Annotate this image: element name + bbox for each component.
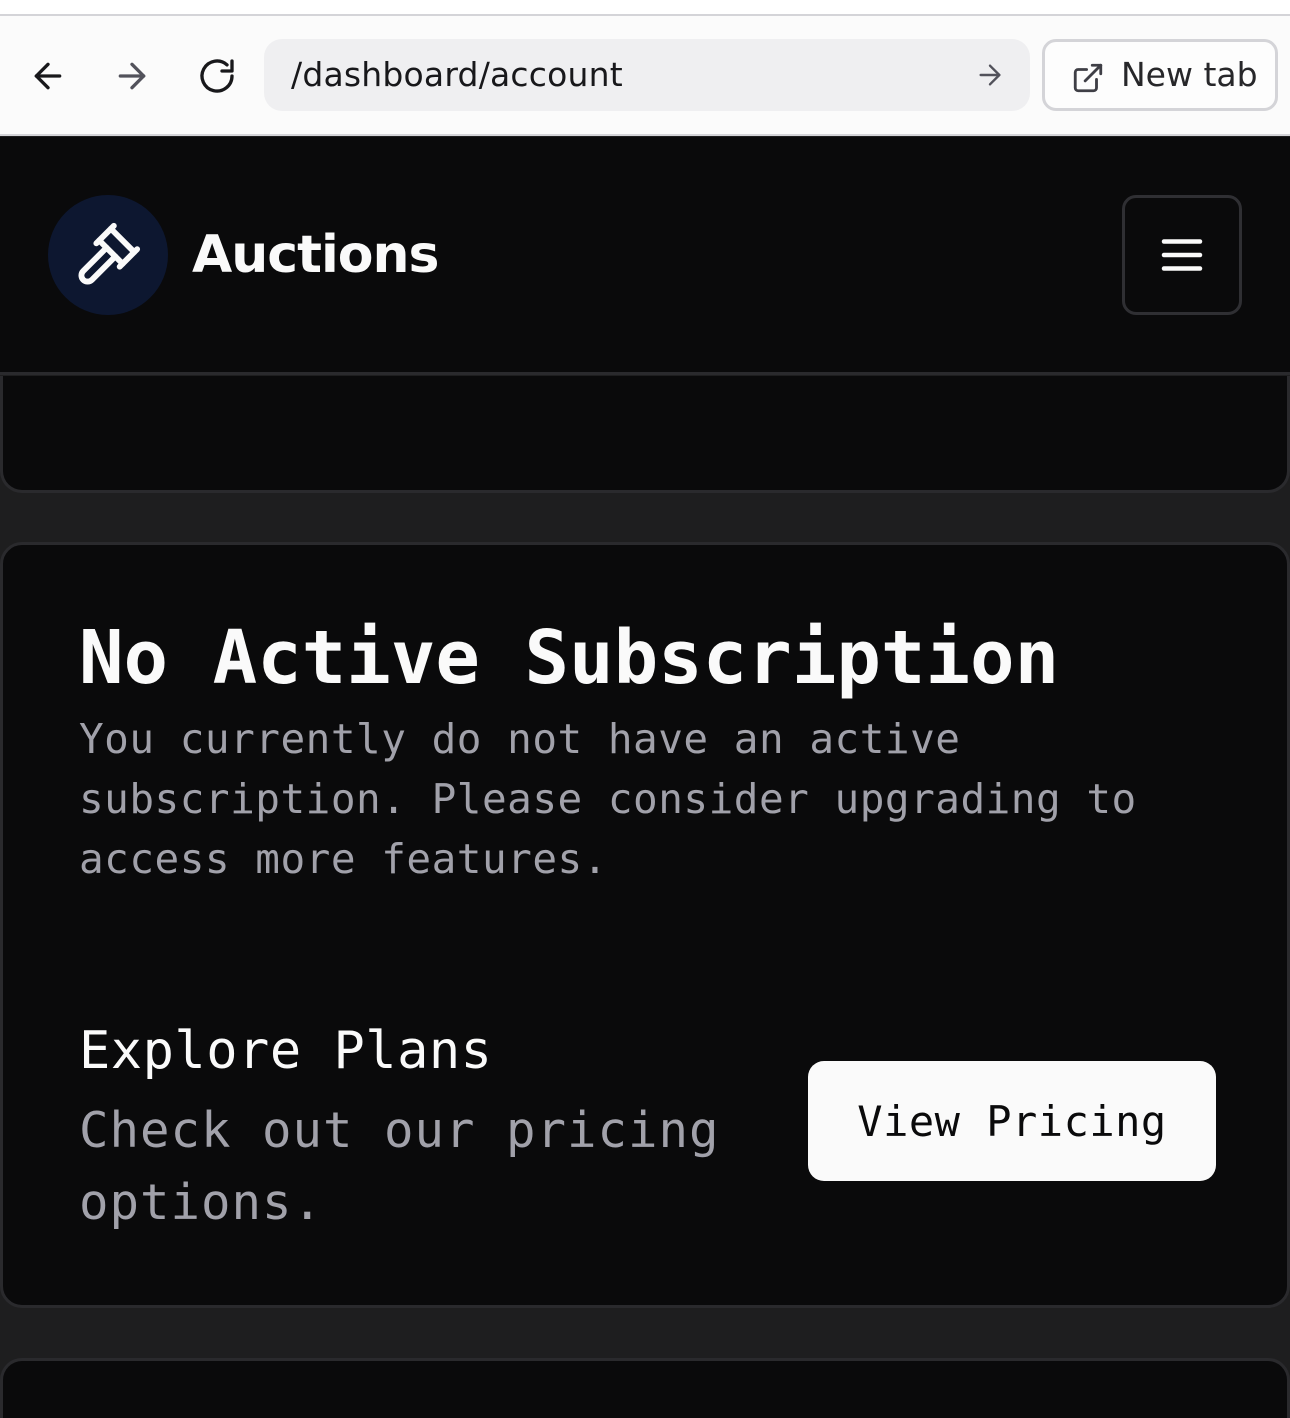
hamburger-menu-icon: [1161, 239, 1203, 271]
address-url[interactable]: /dashboard/account: [291, 39, 623, 111]
gavel-icon: [78, 222, 141, 285]
next-card: [0, 1358, 1290, 1418]
subscription-title: No Active Subscription: [79, 615, 1060, 701]
new-tab-button[interactable]: New tab: [1042, 39, 1278, 111]
arrow-left-icon: [34, 62, 62, 90]
view-pricing-button[interactable]: View Pricing: [808, 1061, 1216, 1181]
brand-name[interactable]: Auctions: [192, 221, 439, 289]
address-bar[interactable]: /dashboard/account: [264, 39, 1030, 111]
logo[interactable]: [48, 195, 168, 315]
new-tab-label: New tab: [1121, 55, 1258, 94]
back-button[interactable]: [18, 46, 78, 106]
subscription-description: You currently do not have an active subs…: [79, 715, 1137, 883]
arrow-right-icon: [979, 64, 1001, 86]
browser-toolbar: /dashboard/account New tab: [0, 16, 1290, 136]
reload-button[interactable]: [187, 46, 247, 106]
app-header: Auctions: [0, 137, 1290, 375]
arrow-right-icon: [118, 62, 146, 90]
browser-top-strip: [0, 0, 1290, 16]
subscription-card: No Active Subscription You currently do …: [0, 542, 1290, 1308]
reload-icon: [200, 59, 234, 93]
go-button[interactable]: [970, 55, 1010, 95]
menu-button[interactable]: [1122, 195, 1242, 315]
plans-heading: Explore Plans: [79, 1021, 493, 1081]
external-link-icon: [1073, 63, 1103, 93]
plans-subtext: Check out our pricing options.: [79, 1102, 720, 1231]
forward-button[interactable]: [102, 46, 162, 106]
previous-card: [0, 376, 1290, 493]
